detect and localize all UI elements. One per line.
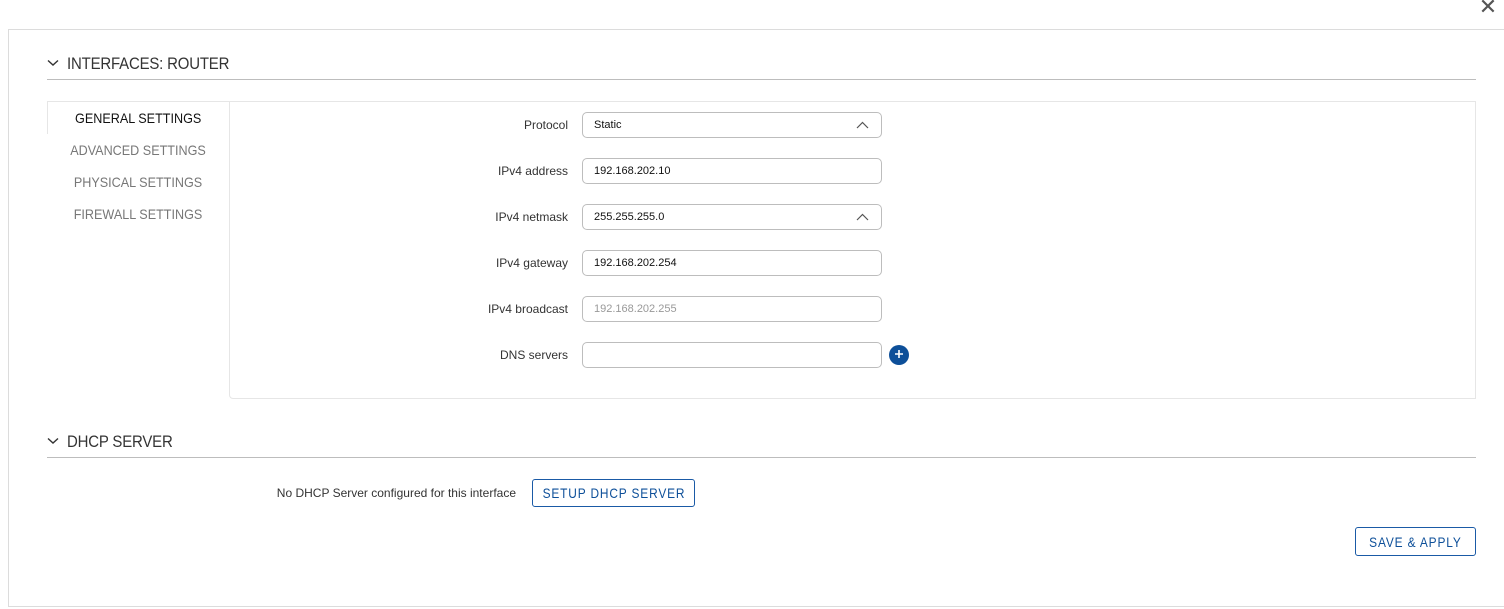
settings-tabs: GENERAL SETTINGS ADVANCED SETTINGS PHYSI… xyxy=(47,101,229,230)
dhcp-status-row: No DHCP Server configured for this inter… xyxy=(9,479,695,507)
interfaces-section-title: INTERFACES: ROUTER xyxy=(67,54,230,73)
interfaces-section-header[interactable]: INTERFACES: ROUTER xyxy=(47,30,1476,80)
dhcp-section-header[interactable]: DHCP SERVER xyxy=(47,408,1476,458)
tab-physical-settings[interactable]: PHYSICAL SETTINGS xyxy=(56,166,220,198)
save-and-apply-button[interactable]: SAVE & APPLY xyxy=(1355,527,1476,556)
tab-label: GENERAL SETTINGS xyxy=(75,110,202,126)
ipv4-broadcast-input[interactable] xyxy=(582,296,882,322)
protocol-label: Protocol xyxy=(523,118,568,132)
setup-dhcp-server-button[interactable]: SETUP DHCP SERVER xyxy=(532,479,695,507)
tab-firewall-settings[interactable]: FIREWALL SETTINGS xyxy=(56,198,220,230)
setup-dhcp-server-label: SETUP DHCP SERVER xyxy=(542,485,685,501)
protocol-row: Protocol Static xyxy=(230,112,882,138)
tab-label: FIREWALL SETTINGS xyxy=(73,206,203,222)
dns-servers-input[interactable] xyxy=(582,342,882,368)
ipv4-gateway-input[interactable] xyxy=(582,250,882,276)
ipv4-address-input[interactable] xyxy=(582,158,882,184)
protocol-value: Static xyxy=(594,119,622,131)
protocol-select[interactable]: Static xyxy=(582,112,882,138)
plus-circle-icon xyxy=(894,346,904,364)
chevron-down-icon xyxy=(47,52,67,74)
close-icon: ✕ xyxy=(1478,0,1498,20)
ipv4-broadcast-label: IPv4 broadcast xyxy=(487,302,568,316)
dns-servers-row: DNS servers xyxy=(230,342,909,368)
ipv4-netmask-label: IPv4 netmask xyxy=(495,210,568,224)
ipv4-address-label: IPv4 address xyxy=(497,164,568,178)
add-dns-server-button[interactable] xyxy=(889,345,909,365)
ipv4-netmask-value: 255.255.255.0 xyxy=(594,211,665,223)
dhcp-section-title: DHCP SERVER xyxy=(67,432,173,451)
ipv4-gateway-label: IPv4 gateway xyxy=(495,256,568,270)
tab-general-settings[interactable]: GENERAL SETTINGS xyxy=(47,101,229,134)
ipv4-netmask-select[interactable]: 255.255.255.0 xyxy=(582,204,882,230)
interface-modal: INTERFACES: ROUTER GENERAL SETTINGS ADVA… xyxy=(8,29,1504,607)
tab-advanced-settings[interactable]: ADVANCED SETTINGS xyxy=(56,134,220,166)
ipv4-address-row: IPv4 address xyxy=(230,158,882,184)
tab-label: ADVANCED SETTINGS xyxy=(70,142,206,158)
dhcp-status-message: No DHCP Server configured for this inter… xyxy=(276,486,516,500)
ipv4-broadcast-row: IPv4 broadcast xyxy=(230,296,882,322)
ipv4-gateway-row: IPv4 gateway xyxy=(230,250,882,276)
chevron-down-icon xyxy=(47,430,67,452)
tab-label: PHYSICAL SETTINGS xyxy=(73,174,203,190)
general-settings-panel: Protocol Static IPv4 address IPv4 netmas… xyxy=(229,101,1476,399)
chevron-up-icon xyxy=(856,212,870,222)
close-button[interactable]: ✕ xyxy=(1478,0,1498,20)
chevron-up-icon xyxy=(856,120,870,130)
dns-servers-label: DNS servers xyxy=(499,348,568,362)
save-and-apply-label: SAVE & APPLY xyxy=(1369,533,1462,550)
ipv4-netmask-row: IPv4 netmask 255.255.255.0 xyxy=(230,204,882,230)
